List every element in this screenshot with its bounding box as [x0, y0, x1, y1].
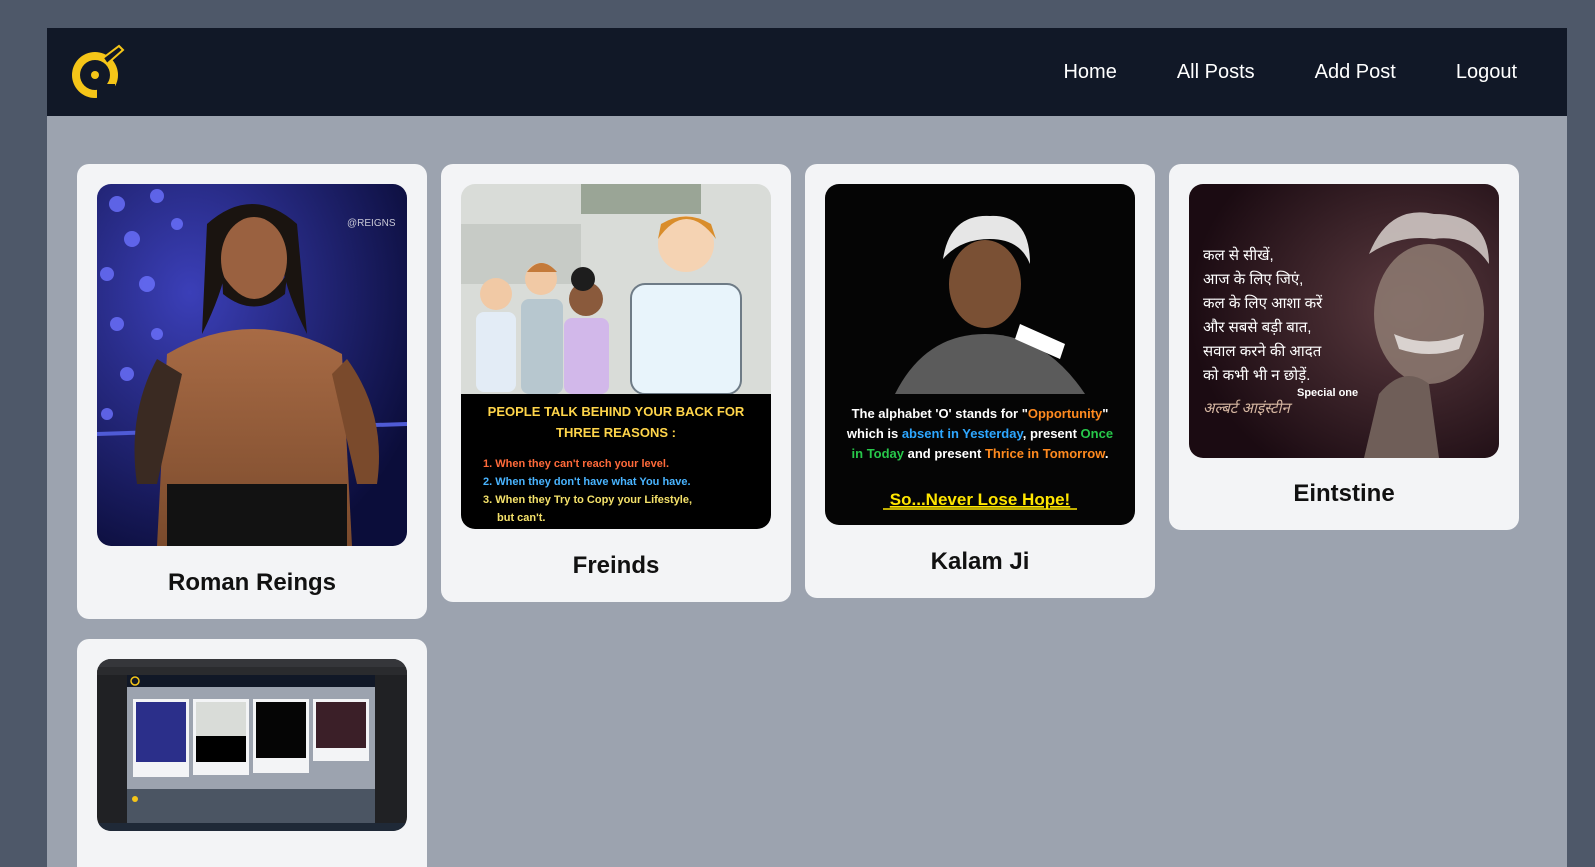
nav-logout-link[interactable]: Logout: [1456, 61, 1517, 84]
svg-text:which is absent in Yesterday,: which is absent in Yesterday, present On…: [846, 426, 1113, 441]
svg-text:PEOPLE TALK BEHIND YOUR BACK F: PEOPLE TALK BEHIND YOUR BACK FOR: [488, 404, 745, 419]
nav-links: Home All Posts Add Post Logout: [1003, 28, 1517, 116]
svg-text:अल्बर्ट आइंस्टीन: अल्बर्ट आइंस्टीन: [1203, 399, 1292, 417]
svg-text:सवाल करने की आदत: सवाल करने की आदत: [1203, 342, 1322, 360]
post-title: Roman Reings: [167, 569, 337, 596]
svg-text:So...Never Lose Hope!: So...Never Lose Hope!: [890, 490, 1070, 509]
post-image: PEOPLE TALK BEHIND YOUR BACK FOR THREE R…: [461, 184, 771, 529]
post-image: @REIGNS: [97, 184, 407, 546]
post-card[interactable]: [77, 639, 427, 867]
logo-icon: [72, 44, 125, 98]
post-card[interactable]: The alphabet 'O' stands for "Opportunity…: [805, 164, 1155, 598]
svg-text:but can't.: but can't.: [497, 512, 545, 524]
svg-text:3. When they Try to Copy your: 3. When they Try to Copy your Lifestyle,: [483, 494, 692, 506]
navbar: Home All Posts Add Post Logout: [47, 28, 1567, 116]
svg-text:को कभी भी न छोड़ें.: को कभी भी न छोड़ें.: [1203, 366, 1310, 384]
svg-text:in Today and present Thrice in: in Today and present Thrice in Tomorrow.: [852, 446, 1109, 461]
post-image: [97, 659, 407, 831]
svg-text:2. When they don't have what Y: 2. When they don't have what You have.: [483, 476, 691, 488]
svg-text:और सबसे बड़ी बात,: और सबसे बड़ी बात,: [1203, 318, 1311, 336]
site-logo[interactable]: [67, 44, 127, 104]
post-title: Eintstine: [1293, 480, 1395, 507]
svg-text:कल के लिए आशा करें: कल के लिए आशा करें: [1203, 294, 1323, 312]
svg-text:Special one: Special one: [1297, 387, 1358, 399]
svg-text:आज के लिए जिएं,: आज के लिए जिएं,: [1203, 270, 1303, 288]
svg-text:कल से सीखें,: कल से सीखें,: [1203, 246, 1274, 264]
svg-text:@REIGNS: @REIGNS: [347, 218, 396, 229]
post-title: Kalam Ji: [930, 548, 1030, 575]
svg-text:1. When they can't reach your: 1. When they can't reach your level.: [483, 458, 669, 470]
post-image: कल से सीखें, आज के लिए जिएं, कल के लिए आ…: [1189, 184, 1499, 458]
app-window: Home All Posts Add Post Logout @REIGNS R…: [47, 28, 1567, 867]
svg-text:The alphabet 'O' stands for "O: The alphabet 'O' stands for "Opportunity…: [852, 406, 1109, 421]
post-title: Freinds: [572, 552, 660, 579]
nav-add-post-link[interactable]: Add Post: [1315, 61, 1396, 84]
post-card[interactable]: कल से सीखें, आज के लिए जिएं, कल के लिए आ…: [1169, 164, 1519, 530]
post-image: The alphabet 'O' stands for "Opportunity…: [825, 184, 1135, 525]
nav-all-posts-link[interactable]: All Posts: [1177, 61, 1255, 84]
nav-home-link[interactable]: Home: [1063, 61, 1116, 84]
post-card[interactable]: @REIGNS Roman Reings: [77, 164, 427, 619]
svg-text:THREE REASONS :: THREE REASONS :: [556, 425, 676, 440]
post-card[interactable]: PEOPLE TALK BEHIND YOUR BACK FOR THREE R…: [441, 164, 791, 602]
